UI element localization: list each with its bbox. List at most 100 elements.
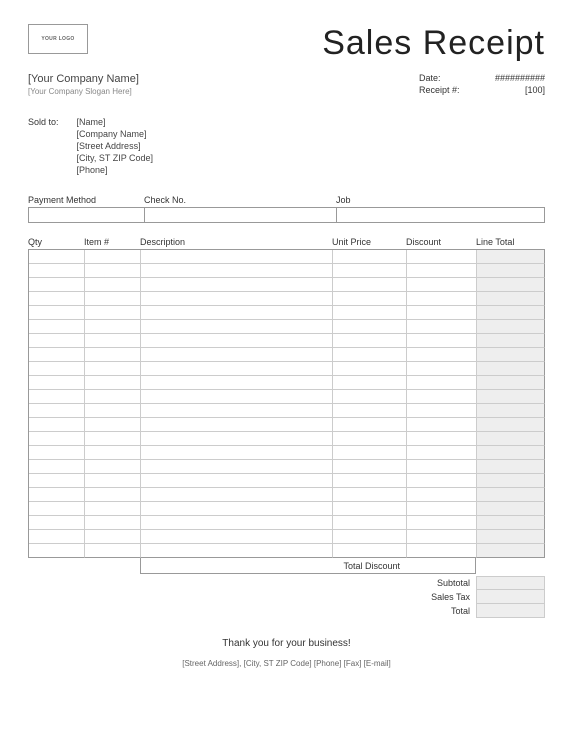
table-cell [477, 418, 545, 432]
table-cell [85, 250, 141, 264]
logo-placeholder: YOUR LOGO [28, 24, 88, 54]
table-cell [141, 376, 333, 390]
thank-you-message: Thank you for your business! [28, 638, 545, 649]
table-cell [407, 362, 477, 376]
table-cell [407, 488, 477, 502]
table-cell [333, 292, 407, 306]
table-cell [29, 348, 85, 362]
table-cell [333, 320, 407, 334]
table-cell [141, 544, 333, 558]
table-cell [29, 362, 85, 376]
table-cell [29, 390, 85, 404]
table-cell [141, 404, 333, 418]
col-line-total: Line Total [476, 237, 545, 247]
table-cell [407, 320, 477, 334]
table-cell [29, 446, 85, 460]
table-cell [29, 306, 85, 320]
table-cell [477, 460, 545, 474]
table-row [29, 488, 545, 502]
payment-method-header: Payment Method [28, 195, 144, 205]
table-cell [141, 348, 333, 362]
table-cell [407, 432, 477, 446]
table-cell [85, 362, 141, 376]
table-cell [333, 250, 407, 264]
check-no-header: Check No. [144, 195, 336, 205]
table-cell [29, 460, 85, 474]
table-cell [333, 264, 407, 278]
table-row [29, 418, 545, 432]
table-row [29, 516, 545, 530]
table-cell [85, 264, 141, 278]
table-cell [141, 488, 333, 502]
table-cell [407, 278, 477, 292]
table-cell [141, 320, 333, 334]
table-cell [477, 432, 545, 446]
table-cell [407, 544, 477, 558]
table-row [29, 306, 545, 320]
totals-area: Total Discount [28, 558, 545, 574]
table-cell [407, 530, 477, 544]
table-row [29, 292, 545, 306]
table-cell [407, 516, 477, 530]
table-cell [29, 376, 85, 390]
col-discount: Discount [406, 237, 476, 247]
table-row [29, 530, 545, 544]
table-cell [407, 446, 477, 460]
sold-to-csz: [City, ST ZIP Code] [77, 153, 154, 163]
table-cell [141, 278, 333, 292]
table-cell [85, 334, 141, 348]
company-meta-row: [Your Company Name] [Your Company Slogan… [28, 73, 545, 97]
table-cell [333, 516, 407, 530]
table-cell [29, 334, 85, 348]
date-label: Date: [419, 73, 469, 83]
job-cell [337, 208, 544, 222]
table-cell [29, 418, 85, 432]
receipt-number-label: Receipt #: [419, 85, 469, 95]
table-cell [29, 250, 85, 264]
table-cell [407, 418, 477, 432]
subtotal-label: Subtotal [437, 576, 476, 590]
table-cell [333, 502, 407, 516]
table-cell [141, 460, 333, 474]
table-cell [85, 446, 141, 460]
company-block: [Your Company Name] [Your Company Slogan… [28, 73, 139, 97]
table-cell [85, 376, 141, 390]
table-cell [141, 446, 333, 460]
table-cell [333, 278, 407, 292]
table-cell [85, 530, 141, 544]
table-cell [85, 502, 141, 516]
table-cell [477, 544, 545, 558]
job-header: Job [336, 195, 545, 205]
table-cell [141, 264, 333, 278]
table-cell [407, 376, 477, 390]
table-cell [141, 516, 333, 530]
sold-to-street: [Street Address] [77, 141, 154, 151]
line-items-section: Qty Item # Description Unit Price Discou… [28, 237, 545, 618]
header: YOUR LOGO Sales Receipt [28, 24, 545, 63]
table-cell [85, 460, 141, 474]
table-cell [407, 502, 477, 516]
table-cell [85, 516, 141, 530]
table-cell [407, 306, 477, 320]
table-cell [333, 418, 407, 432]
table-cell [29, 502, 85, 516]
table-cell [141, 334, 333, 348]
subtotal-cell [476, 576, 545, 590]
table-cell [477, 278, 545, 292]
col-item: Item # [84, 237, 140, 247]
table-cell [141, 418, 333, 432]
table-row [29, 376, 545, 390]
table-row [29, 474, 545, 488]
table-cell [333, 306, 407, 320]
table-cell [29, 264, 85, 278]
table-cell [29, 278, 85, 292]
table-cell [85, 474, 141, 488]
table-cell [477, 348, 545, 362]
table-row [29, 404, 545, 418]
table-cell [477, 474, 545, 488]
table-cell [85, 544, 141, 558]
table-row [29, 460, 545, 474]
table-cell [85, 348, 141, 362]
table-cell [333, 376, 407, 390]
company-slogan: [Your Company Slogan Here] [28, 87, 139, 96]
